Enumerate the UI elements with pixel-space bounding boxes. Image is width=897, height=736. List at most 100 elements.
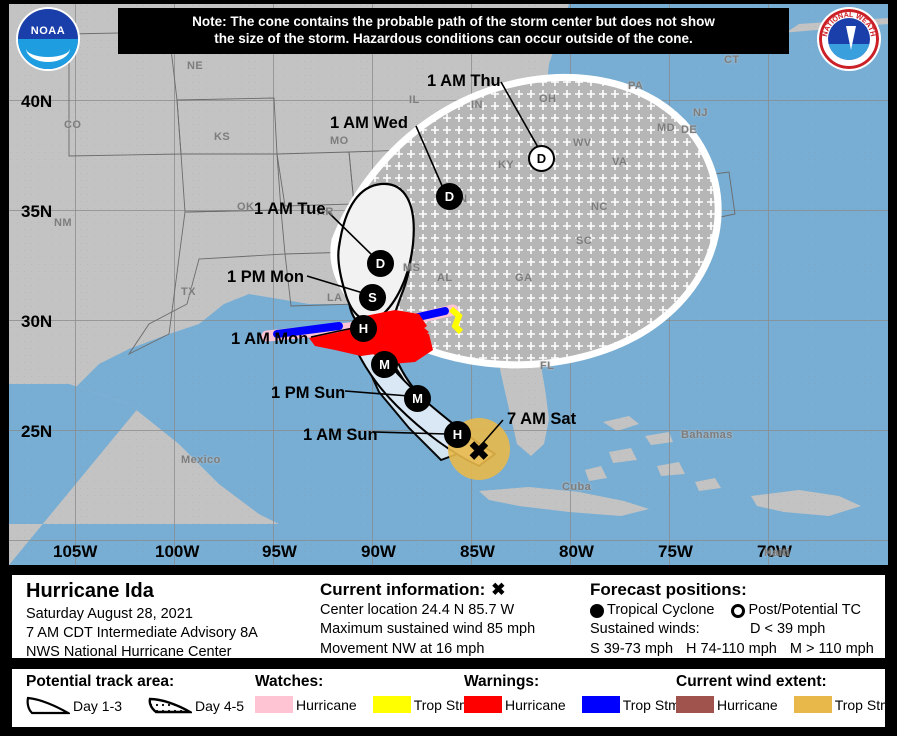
- warning-hurricane-swatch: [464, 696, 502, 713]
- state-label-ga: GA: [515, 272, 533, 284]
- day13-cone-icon: [26, 696, 70, 715]
- forecast-node-mon-pm-s[interactable]: S: [359, 284, 386, 311]
- state-label-nj: NJ: [693, 107, 708, 119]
- info-panel: Hurricane Ida Saturday August 28, 2021 7…: [9, 572, 888, 661]
- windextent-hurricane-swatch: [676, 696, 714, 713]
- forecast-node-sat-h[interactable]: H: [444, 421, 471, 448]
- state-label-ms: MS: [403, 262, 421, 274]
- note-line-2: the size of the storm. Hazardous conditi…: [214, 31, 693, 47]
- warning-tropstm-swatch: [581, 696, 620, 713]
- forecast-node-sun-am-m[interactable]: M: [404, 385, 431, 412]
- legend-watches-column: Watches: Hurricane Trop Stm: [255, 673, 471, 713]
- lat-label-25n: 25N: [21, 422, 53, 441]
- legend-s-range: S 39-73 mph: [590, 640, 674, 657]
- windextent-tropstm-label: Trop Stm: [834, 696, 892, 713]
- legend-track-title: Potential track area:: [26, 673, 175, 690]
- legend-wind-extent-title: Current wind extent:: [676, 673, 827, 690]
- legend-track-column: Potential track area: Day 1-3 Day 4-5: [26, 673, 244, 715]
- current-movement: Movement NW at 16 mph: [320, 640, 485, 657]
- state-label-ky: KY: [498, 159, 515, 171]
- info-forecast-column: Forecast positions: Tropical Cyclone Pos…: [590, 580, 874, 659]
- state-label-nc: NC: [591, 201, 608, 213]
- track-label-1am-wed: 1 AM Wed: [330, 114, 408, 132]
- info-current-column: Current information: ✖ Center location 2…: [320, 580, 535, 659]
- map-canvas[interactable]: 40N 35N 30N 25N 105W 100W 95W 90W 85W 80…: [9, 4, 888, 565]
- forecast-node-mon-am-h[interactable]: H: [350, 315, 377, 342]
- forecast-node-sun-pm-m[interactable]: M: [371, 351, 398, 378]
- current-info-x-icon: ✖: [491, 580, 506, 599]
- region-label-bahamas: Bahamas: [681, 429, 733, 441]
- storm-agency: NWS National Hurricane Center: [26, 644, 232, 661]
- state-label-ne: NE: [187, 60, 204, 72]
- state-label-nm: NM: [54, 217, 72, 229]
- track-label-1am-thu: 1 AM Thu: [427, 72, 501, 90]
- lon-label-105w: 105W: [53, 542, 98, 561]
- legend-tropical-cyclone: Tropical Cyclone: [607, 602, 715, 619]
- lon-label-85w: 85W: [460, 542, 495, 561]
- info-storm-column: Hurricane Ida Saturday August 28, 2021 7…: [26, 580, 258, 662]
- region-label-haiti: Haiti: [764, 547, 790, 559]
- track-label-1am-mon: 1 AM Mon: [231, 330, 309, 348]
- state-label-de: DE: [681, 124, 698, 136]
- day45-cone-icon: [148, 697, 193, 714]
- region-label-mexico: Mexico: [181, 454, 221, 466]
- legend-post-potential-tc: Post/Potential TC: [748, 602, 862, 619]
- legend-sustained-winds: Sustained winds:: [590, 621, 700, 638]
- track-label-1pm-sun: 1 PM Sun: [271, 384, 346, 402]
- track-label-1pm-mon: 1 PM Mon: [227, 268, 304, 286]
- state-label-sc: SC: [576, 235, 593, 247]
- watch-hurricane-swatch: [255, 696, 293, 713]
- state-label-il: IL: [409, 94, 420, 106]
- forecast-node-thu-d[interactable]: D: [528, 145, 555, 172]
- lon-label-75w: 75W: [658, 542, 693, 561]
- storm-name: Hurricane Ida: [26, 580, 154, 602]
- track-label-1am-sun: 1 AM Sun: [303, 426, 378, 444]
- forecast-node-wed-d[interactable]: D: [436, 183, 463, 210]
- state-label-md: MD: [657, 122, 675, 134]
- state-label-wv: WV: [573, 137, 592, 149]
- storm-date: Saturday August 28, 2021: [26, 605, 193, 622]
- legend-d-range: D < 39 mph: [750, 621, 826, 638]
- forecast-node-tue-d[interactable]: D: [367, 250, 394, 277]
- lat-label-30n: 30N: [21, 312, 53, 331]
- lat-label-40n: 40N: [21, 92, 53, 111]
- lat-label-35n: 35N: [21, 202, 53, 221]
- current-info-title: Current information:: [320, 580, 486, 599]
- warning-tropstm-label: Trop Stm: [622, 696, 680, 713]
- filled-circle-icon: [590, 603, 604, 618]
- lon-label-80w: 80W: [559, 542, 594, 561]
- legend-wind-extent-column: Current wind extent: Hurricane Trop Stm: [676, 673, 892, 713]
- storm-advisory: 7 AM CDT Intermediate Advisory 8A: [26, 624, 258, 641]
- state-label-oh: OH: [539, 93, 557, 105]
- state-label-fl: FL: [540, 360, 555, 372]
- map-frame: 40N 35N 30N 25N 105W 100W 95W 90W 85W 80…: [0, 0, 897, 568]
- legend-panel: Potential track area: Day 1-3 Day 4-5 Wa…: [9, 666, 892, 730]
- watch-tropstm-swatch: [372, 696, 411, 713]
- noaa-logo: NOAA: [18, 9, 78, 69]
- state-label-pa: PA: [628, 80, 644, 92]
- state-label-ct: CT: [724, 54, 740, 66]
- state-label-tx: TX: [181, 286, 196, 298]
- state-label-la: LA: [327, 292, 343, 304]
- lon-label-100w: 100W: [155, 542, 200, 561]
- nws-logo-ring-text: NATIONAL WEATHER SERVICE: [819, 9, 878, 37]
- state-label-mo: MO: [330, 135, 349, 147]
- note-line-1: Note: The cone contains the probable pat…: [192, 14, 715, 29]
- hurricane-forecast-graphic: 40N 35N 30N 25N 105W 100W 95W 90W 85W 80…: [0, 0, 897, 736]
- lon-label-90w: 90W: [361, 542, 396, 561]
- watch-tropstm-label: Trop Stm: [413, 696, 471, 713]
- legend-day45-label: Day 4-5: [195, 697, 245, 714]
- open-circle-icon: [731, 603, 746, 618]
- legend-warnings-title: Warnings:: [464, 673, 540, 690]
- state-label-co: CO: [64, 119, 82, 131]
- state-label-ok: OK: [237, 201, 255, 213]
- noaa-logo-text: NOAA: [30, 24, 66, 37]
- current-position-x-marker[interactable]: ✖: [468, 438, 490, 464]
- cone-disclaimer-note: Note: The cone contains the probable pat…: [118, 8, 789, 54]
- track-label-1am-tue: 1 AM Tue: [254, 200, 326, 218]
- svg-text:NATIONAL WEATHER SERVICE: NATIONAL WEATHER SERVICE: [819, 9, 878, 37]
- state-label-ks: KS: [214, 131, 231, 143]
- track-label-7am-sat: 7 AM Sat: [507, 410, 577, 428]
- state-label-in: IN: [471, 99, 483, 111]
- current-max-wind: Maximum sustained wind 85 mph: [320, 621, 536, 638]
